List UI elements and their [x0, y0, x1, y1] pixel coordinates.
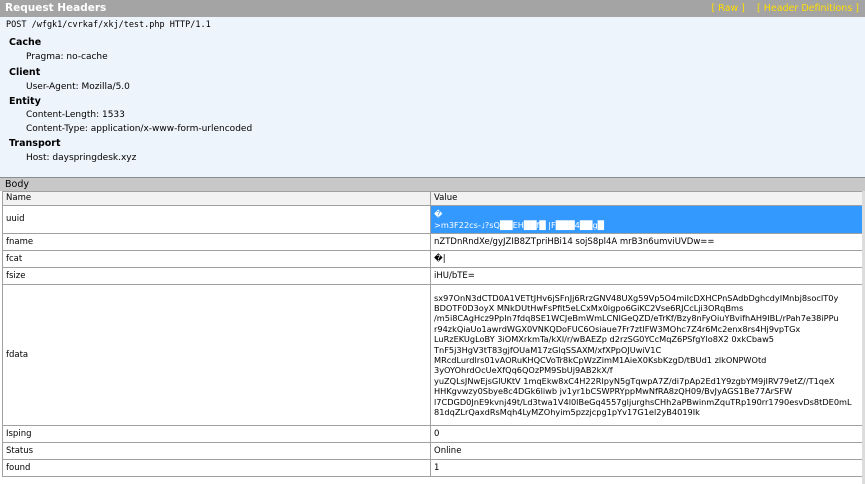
row-value[interactable]: �| — [430, 250, 864, 268]
column-header-value[interactable]: Value — [430, 191, 864, 206]
table-row[interactable]: Status Online — [2, 442, 864, 460]
row-name: Isping — [2, 425, 431, 443]
row-value[interactable]: nZTDnRndXe/gyJZIB8ZTpriHBi14 sojS8pl4A m… — [430, 233, 864, 251]
request-headers-panel: POST /wfgk1/cvrkaf/xkj/test.php HTTP/1.1… — [0, 17, 865, 177]
row-value[interactable]: 1 — [430, 459, 864, 477]
body-table: Name Value uuid � >m3F22cs-˩?sQ██EH██f█ … — [2, 191, 864, 477]
table-row[interactable]: fname nZTDnRndXe/gyJZIB8ZTpriHBi14 sojS8… — [2, 233, 864, 251]
group-client: Client — [9, 67, 41, 78]
request-headers-header: Request Headers [ Raw ] [ Header Definit… — [0, 0, 865, 17]
table-row[interactable]: fcat �| — [2, 250, 864, 268]
column-header-name[interactable]: Name — [2, 191, 431, 206]
table-row[interactable]: Isping 0 — [2, 425, 864, 443]
row-name: fdata — [2, 284, 431, 426]
row-name: Status — [2, 442, 431, 460]
row-name: fcat — [2, 250, 431, 268]
row-value[interactable]: iHU/bTE= — [430, 267, 864, 285]
request-line: POST /wfgk1/cvrkaf/xkj/test.php HTTP/1.1 — [6, 20, 211, 30]
table-header-row: Name Value — [2, 191, 864, 206]
group-entity: Entity — [9, 96, 41, 107]
table-row[interactable]: found 1 — [2, 459, 864, 477]
row-value[interactable]: � >m3F22cs-˩?sQ██EH██f█ |F███4██g█ — [430, 205, 864, 234]
raw-link[interactable]: [ Raw ] — [711, 3, 744, 14]
header-pragma: Pragma: no-cache — [26, 52, 108, 62]
row-name: fsize — [2, 267, 431, 285]
row-name: found — [2, 459, 431, 477]
header-links: [ Raw ] [ Header Definitions ] — [711, 3, 859, 14]
header-host: Host: dayspringdesk.xyz — [26, 153, 137, 163]
header-content-type: Content-Type: application/x-www-form-url… — [26, 124, 253, 134]
request-headers-title: Request Headers — [5, 2, 107, 14]
group-cache: Cache — [9, 37, 42, 48]
header-definitions-link[interactable]: [ Header Definitions ] — [757, 3, 859, 14]
row-value[interactable]: sx97OnN3dCTD0A1VETtJHv6jSFnJj6RrzGNV48UX… — [430, 284, 864, 426]
body-title: Body — [5, 179, 29, 190]
row-name: fname — [2, 233, 431, 251]
group-transport: Transport — [9, 138, 61, 149]
body-header: Body — [0, 177, 865, 191]
header-user-agent: User-Agent: Mozilla/5.0 — [26, 82, 130, 92]
table-row[interactable]: uuid � >m3F22cs-˩?sQ██EH██f█ |F███4██g█ — [2, 205, 864, 234]
header-content-length: Content-Length: 1533 — [26, 110, 125, 120]
row-name: uuid — [2, 205, 431, 234]
table-row[interactable]: fsize iHU/bTE= — [2, 267, 864, 285]
row-value[interactable]: 0 — [430, 425, 864, 443]
table-row[interactable]: fdata sx97OnN3dCTD0A1VETtJHv6jSFnJj6RrzG… — [2, 284, 864, 426]
row-value[interactable]: Online — [430, 442, 864, 460]
